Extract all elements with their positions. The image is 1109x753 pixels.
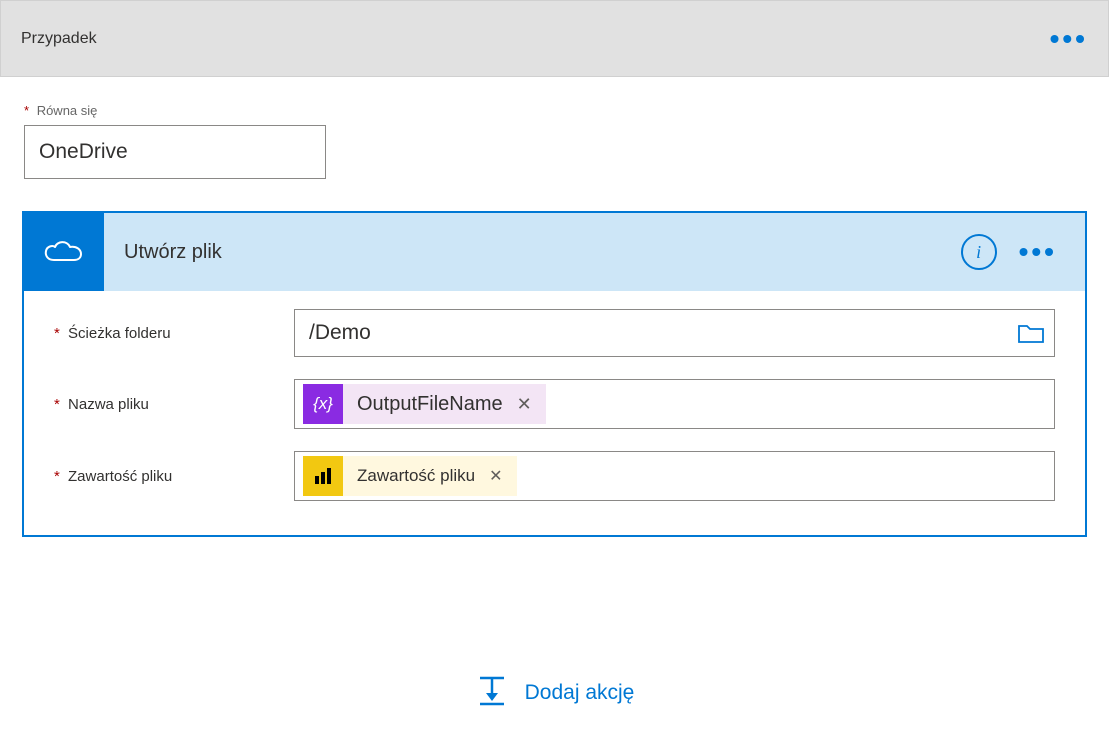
more-menu-icon[interactable]: •••	[1050, 32, 1088, 46]
onedrive-icon	[24, 213, 104, 291]
folder-path-input[interactable]: /Demo	[294, 309, 1055, 357]
folder-path-label: * Ścieżka folderu	[54, 325, 294, 342]
powerbi-token: Zawartość pliku ✕	[303, 456, 517, 496]
action-header[interactable]: Utwórz plik i •••	[24, 213, 1085, 291]
remove-token-icon[interactable]: ✕	[485, 466, 516, 486]
folder-picker-icon[interactable]	[1016, 321, 1046, 345]
variable-token: {x} OutputFileName ✕	[303, 384, 546, 424]
required-asterisk: *	[54, 468, 60, 485]
add-step-icon	[475, 673, 509, 712]
equals-input[interactable]: OneDrive	[24, 125, 326, 179]
required-asterisk: *	[54, 325, 60, 342]
equals-value: OneDrive	[39, 140, 128, 164]
info-icon[interactable]: i	[961, 234, 997, 270]
file-name-row: * Nazwa pliku {x} OutputFileName ✕	[54, 379, 1055, 429]
file-content-input[interactable]: Zawartość pliku ✕	[294, 451, 1055, 501]
action-title: Utwórz plik	[104, 241, 961, 264]
add-action-button[interactable]: Dodaj akcję	[0, 673, 1109, 712]
equals-label-text: Równa się	[37, 103, 98, 118]
powerbi-token-label: Zawartość pliku	[343, 466, 485, 486]
file-name-label: * Nazwa pliku	[54, 396, 294, 413]
required-asterisk: *	[54, 396, 60, 413]
variable-icon: {x}	[303, 384, 343, 424]
action-more-icon[interactable]: •••	[1019, 245, 1057, 259]
file-content-row: * Zawartość pliku Zawartość pliku ✕	[54, 451, 1055, 501]
create-file-action-card: Utwórz plik i ••• * Ścieżka folderu /Dem…	[22, 211, 1087, 537]
case-header: Przypadek •••	[0, 0, 1109, 77]
remove-token-icon[interactable]: ✕	[513, 394, 546, 415]
add-action-label: Dodaj akcję	[525, 681, 635, 705]
folder-path-value: /Demo	[303, 321, 1016, 345]
case-title: Przypadek	[21, 30, 97, 48]
required-asterisk: *	[24, 103, 29, 118]
folder-path-row: * Ścieżka folderu /Demo	[54, 309, 1055, 357]
equals-label: * Równa się	[24, 103, 1085, 118]
powerbi-icon	[303, 456, 343, 496]
file-content-label: * Zawartość pliku	[54, 468, 294, 485]
action-body: * Ścieżka folderu /Demo * Nazwa pliku	[24, 291, 1085, 535]
file-name-input[interactable]: {x} OutputFileName ✕	[294, 379, 1055, 429]
variable-token-label: OutputFileName	[343, 393, 513, 416]
equals-section: * Równa się OneDrive	[0, 77, 1109, 179]
